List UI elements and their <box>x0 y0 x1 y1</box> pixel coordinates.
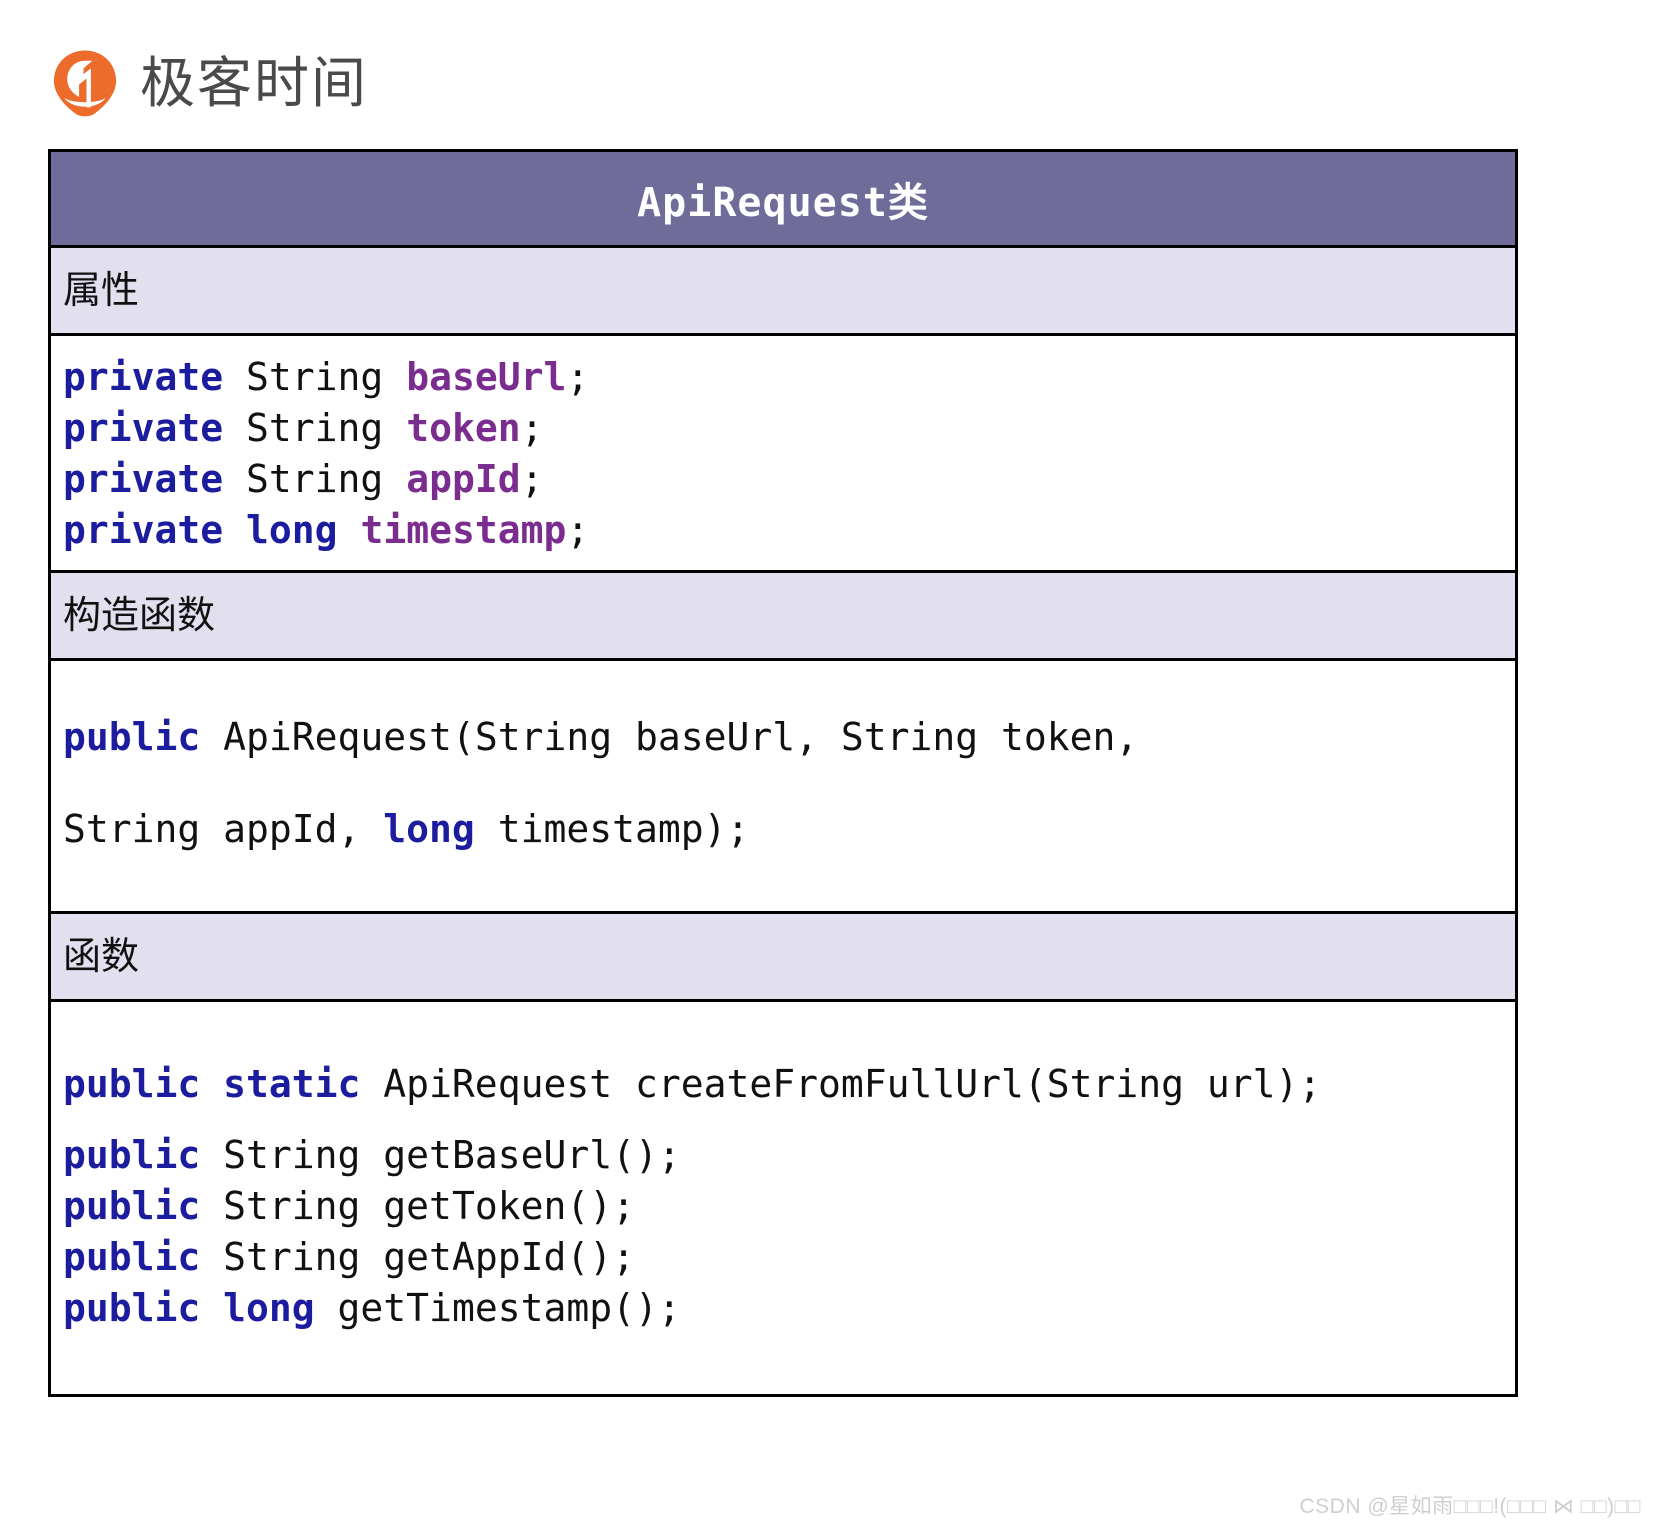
code-token: public <box>63 1235 200 1279</box>
section-header-functions: 函数 <box>51 914 1515 1002</box>
code-token: String getAppId(); <box>200 1235 635 1279</box>
code-token: private <box>63 406 223 450</box>
code-token <box>338 508 361 552</box>
code-token: long <box>383 807 475 851</box>
code-line: private String baseUrl; <box>63 352 1503 403</box>
functions-code-block: public static ApiRequest createFromFullU… <box>51 1002 1515 1394</box>
code-line: private String appId; <box>63 454 1503 505</box>
code-token: private <box>63 355 223 399</box>
code-lines: public static ApiRequest createFromFullU… <box>63 1038 1503 1334</box>
code-token: public <box>63 1133 200 1177</box>
api-request-class-table: ApiRequest类 属性 private String baseUrl;pr… <box>48 149 1518 1397</box>
code-line: public String getAppId(); <box>63 1232 1503 1283</box>
brand-name: 极客时间 <box>140 56 368 111</box>
code-token: public <box>63 1184 200 1228</box>
section-header-constructor: 构造函数 <box>51 573 1515 661</box>
code-token: private <box>63 457 223 501</box>
class-title-row: ApiRequest类 <box>51 152 1515 248</box>
code-token: ApiRequest createFromFullUrl(String url)… <box>360 1062 1321 1106</box>
section-header-attributes: 属性 <box>51 248 1515 336</box>
code-token: String <box>223 457 406 501</box>
code-token: ; <box>521 457 544 501</box>
code-token: String <box>223 406 406 450</box>
code-token: public <box>63 715 200 759</box>
code-lines: public ApiRequest(String baseUrl, String… <box>63 691 1503 875</box>
code-line: public long getTimestamp(); <box>63 1283 1503 1334</box>
code-token: String appId, <box>63 807 383 851</box>
code-token: public static <box>63 1062 360 1106</box>
code-token: baseUrl <box>406 355 566 399</box>
code-token: timestamp); <box>475 807 750 851</box>
code-token: timestamp <box>360 508 566 552</box>
code-line: private String token; <box>63 403 1503 454</box>
code-line: String appId, long timestamp); <box>63 783 1503 875</box>
code-token: ApiRequest(String baseUrl, String token, <box>200 715 1138 759</box>
attributes-code-block: private String baseUrl;private String to… <box>51 336 1515 573</box>
code-token: getTimestamp(); <box>315 1286 681 1330</box>
code-line: public String getToken(); <box>63 1181 1503 1232</box>
code-line: public String getBaseUrl(); <box>63 1130 1503 1181</box>
csdn-watermark: CSDN @星如雨□□□!(□□□ ⋈ □□)□□ <box>1300 1490 1642 1520</box>
code-token: appId <box>406 457 520 501</box>
class-title: ApiRequest类 <box>637 170 929 228</box>
code-token: private long <box>63 508 338 552</box>
code-lines: private String baseUrl;private String to… <box>63 352 1503 556</box>
brand-header: 极客时间 <box>48 44 368 122</box>
section-label: 函数 <box>63 938 139 976</box>
code-token: String <box>223 355 406 399</box>
constructor-code-block: public ApiRequest(String baseUrl, String… <box>51 661 1515 914</box>
section-label: 构造函数 <box>63 597 215 635</box>
code-token: ; <box>521 406 544 450</box>
code-token: String getBaseUrl(); <box>200 1133 680 1177</box>
code-token: token <box>406 406 520 450</box>
code-token: String getToken(); <box>200 1184 635 1228</box>
code-line: public ApiRequest(String baseUrl, String… <box>63 691 1503 783</box>
code-line: public static ApiRequest createFromFullU… <box>63 1038 1503 1130</box>
code-token: public long <box>63 1286 315 1330</box>
geektime-pin-logo-icon <box>48 46 122 120</box>
code-line: private long timestamp; <box>63 505 1503 556</box>
code-token: ; <box>566 508 589 552</box>
code-token: ; <box>566 355 589 399</box>
section-label: 属性 <box>63 272 139 310</box>
